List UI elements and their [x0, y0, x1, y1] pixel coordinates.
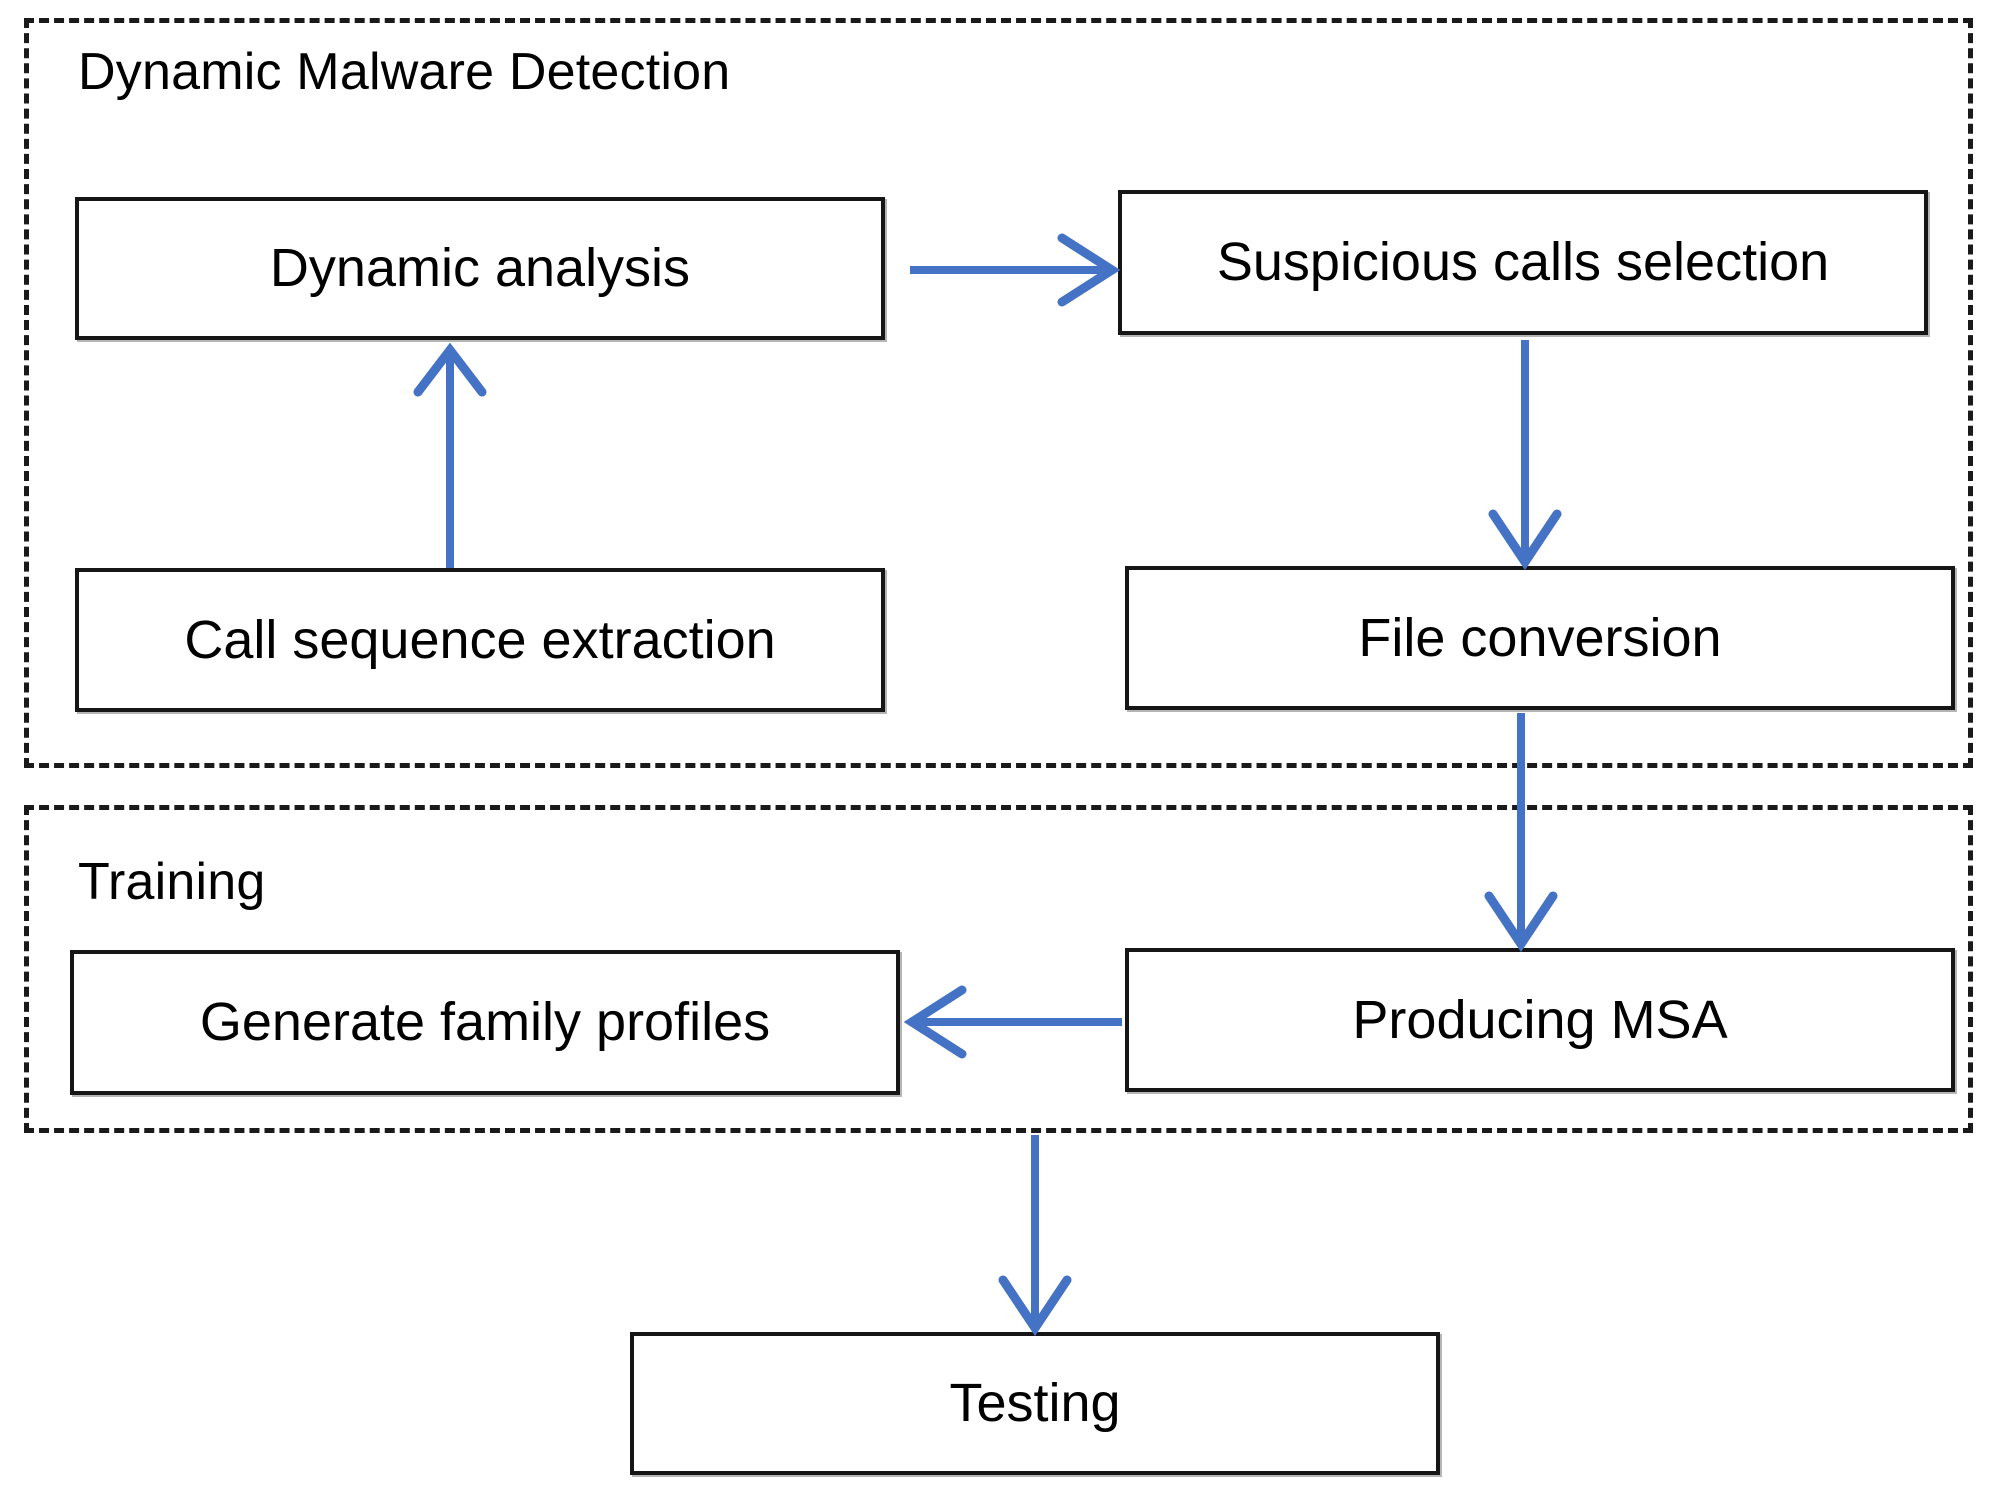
node-call-sequence-extraction[interactable]: Call sequence extraction — [75, 568, 885, 712]
node-generate-family-profiles[interactable]: Generate family profiles — [70, 950, 900, 1095]
node-label-suspicious-calls-selection: Suspicious calls selection — [1216, 232, 1830, 293]
node-label-file-conversion: File conversion — [1358, 607, 1722, 668]
node-file-conversion[interactable]: File conversion — [1125, 566, 1955, 710]
group-label-training: Training — [78, 853, 266, 911]
group-label-dynamic-malware-detection: Dynamic Malware Detection — [78, 43, 731, 101]
node-label-generate-family-profiles: Generate family profiles — [199, 992, 771, 1053]
node-dynamic-analysis[interactable]: Dynamic analysis — [75, 197, 885, 340]
node-label-call-sequence-extraction: Call sequence extraction — [184, 609, 776, 670]
node-label-testing: Testing — [949, 1373, 1121, 1434]
node-label-dynamic-analysis: Dynamic analysis — [269, 238, 691, 299]
node-suspicious-calls-selection[interactable]: Suspicious calls selection — [1118, 190, 1928, 335]
arrow-training-to-testing — [998, 1135, 1072, 1337]
node-producing-msa[interactable]: Producing MSA — [1125, 948, 1955, 1092]
node-testing[interactable]: Testing — [630, 1332, 1440, 1475]
flowchart-canvas: Dynamic Malware Detection Training Dynam… — [0, 0, 1998, 1508]
node-label-producing-msa: Producing MSA — [1352, 989, 1728, 1050]
